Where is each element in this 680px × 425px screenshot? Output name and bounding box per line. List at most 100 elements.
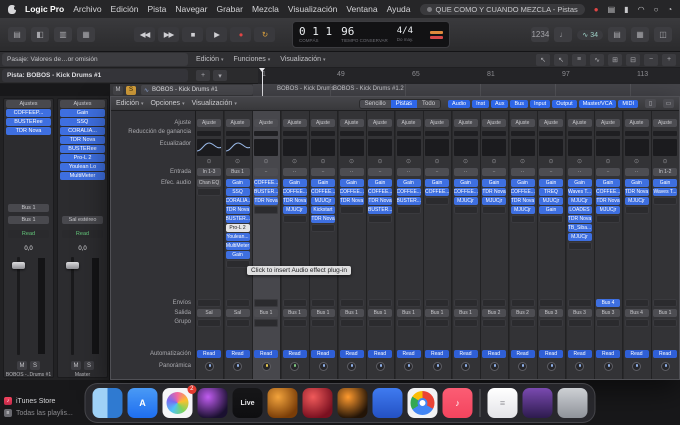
plugin-slot-coffee[interactable]: COFFEE... <box>396 188 421 196</box>
send-slot[interactable] <box>311 299 335 307</box>
channel-setting-button[interactable]: Ajuste <box>282 119 307 127</box>
group-slot[interactable] <box>453 319 478 327</box>
dock-ableton-live[interactable]: Live <box>232 388 263 418</box>
control-center-icon[interactable]: ◔ <box>667 5 672 14</box>
input-slot[interactable]: ·· <box>368 168 392 176</box>
plugin-slot-coffee[interactable]: COFFEE... <box>339 188 364 196</box>
mixer-channel-12[interactable]: Ajuste ⊙ ·· Gain COFFEE... TDR Nova MJUCjr Bus … <box>509 111 538 379</box>
fader-handle[interactable] <box>12 262 25 269</box>
output-slot[interactable]: Bus 1 <box>8 216 49 224</box>
empty-plugin-slot[interactable] <box>254 206 278 214</box>
output-slot[interactable]: Bus 1 <box>368 309 392 317</box>
dock-trash[interactable] <box>557 388 588 418</box>
automation-mode-button[interactable]: Read <box>539 350 563 358</box>
snap-menu[interactable]: ⊞ <box>608 53 622 66</box>
group-slot[interactable] <box>425 319 449 327</box>
mute-button[interactable]: M <box>17 361 27 370</box>
plugin-slot-gain[interactable]: Gain <box>396 179 421 187</box>
empty-plugin-slot[interactable] <box>225 260 250 268</box>
channel-format-icon[interactable]: ⊙ <box>368 158 392 166</box>
mixer-channel-3[interactable]: Ajuste ⊙ ·· COFFEE... BUSTER... TDR Nova Bus 1… <box>253 111 281 379</box>
send-slot[interactable] <box>482 299 506 307</box>
output-slot[interactable]: Bus 3 <box>567 309 592 317</box>
plugin-slot-gain[interactable]: Gain <box>368 179 392 187</box>
toggle-inspector-icon[interactable]: ◧ <box>31 27 49 42</box>
inspector-channel-strip-1[interactable]: Ajustes COFFEEP... BUSTERee TDR Nova Bus 1 Bu… <box>3 98 54 378</box>
toggle-library-icon[interactable]: ▤ <box>8 27 26 42</box>
channel-setting-button[interactable]: Ajuste <box>510 119 535 127</box>
wifi-icon[interactable]: ◠ <box>638 5 645 14</box>
duplicate-track-button[interactable]: ▾ <box>213 70 227 81</box>
filter-audio[interactable]: Audio <box>448 99 471 108</box>
search-icon[interactable]: ○ <box>654 5 659 14</box>
eq-thumbnail[interactable] <box>368 139 392 156</box>
mixer-channel-8[interactable]: Ajuste ⊙ ·· Gain COFFEE... BUSTER... Bus 1 Read <box>395 111 424 379</box>
play-button[interactable]: ▶ <box>206 27 227 42</box>
plugin-slot-coralia[interactable]: CORALIA... <box>225 197 250 205</box>
view-mode-sencillo[interactable]: Sencillo <box>359 99 391 108</box>
plugin-slot-coralia[interactable]: CORALIA... <box>60 127 105 135</box>
plugin-slot-tdr-nova[interactable]: TDR Nova <box>368 197 392 205</box>
input-slot[interactable]: ·· <box>624 168 649 176</box>
plugin-slot-mjucjr[interactable]: MJUCjr <box>453 197 478 205</box>
plugin-slot-buster[interactable]: BUSTER... <box>225 215 250 223</box>
send-slot[interactable] <box>453 299 478 307</box>
eq-thumbnail[interactable] <box>482 139 506 156</box>
view-mode-todo[interactable]: Todo <box>417 99 441 108</box>
plugin-slot-multimeter[interactable]: MultiMeter <box>225 242 250 250</box>
automation-mode-button[interactable]: Read <box>8 230 49 238</box>
output-slot[interactable]: Bus 1 <box>282 309 307 317</box>
empty-plugin-slot[interactable] <box>567 242 592 250</box>
group-slot[interactable] <box>254 319 278 327</box>
dock-app-store[interactable]: A <box>127 388 158 418</box>
plugin-slot-loades[interactable]: LOADES <box>567 206 592 214</box>
plugin-slot-gain[interactable]: Gain <box>453 179 478 187</box>
plugin-slot-coffee[interactable]: COFFEE... <box>453 188 478 196</box>
automation-mode-button[interactable]: Read <box>368 350 392 358</box>
dock-clipboard[interactable]: ≡ <box>487 388 518 418</box>
list-editors-icon[interactable]: ▤ <box>608 27 626 42</box>
plugin-slot-tdr-nova[interactable]: TDR Nova <box>60 136 105 144</box>
master-level-badge[interactable]: ∿ 34 <box>577 29 603 40</box>
plugin-slot-mjucjr[interactable]: MJUCjr <box>482 197 506 205</box>
filter-input[interactable]: Input <box>529 99 551 108</box>
send-slot[interactable] <box>282 299 307 307</box>
channel-format-icon[interactable]: ⊙ <box>226 158 250 166</box>
plugin-slot-coffee[interactable]: COFFEE... <box>510 188 535 196</box>
channel-setting-button[interactable]: Ajustes <box>6 100 51 108</box>
input-slot[interactable]: ·· <box>453 168 478 176</box>
eq-thumbnail[interactable] <box>396 139 421 156</box>
channel-setting-button[interactable]: Ajuste <box>653 119 677 127</box>
output-slot[interactable]: Bus 3 <box>539 309 563 317</box>
channel-format-icon[interactable]: ⊙ <box>482 158 506 166</box>
dock-fl-studio[interactable] <box>337 388 368 418</box>
group-slot[interactable] <box>396 319 421 327</box>
group-slot[interactable] <box>510 319 535 327</box>
plugin-slot-coffeep[interactable]: COFFEEP... <box>6 109 51 117</box>
plugin-slot-ssq[interactable]: SSQ <box>60 118 105 126</box>
output-slot[interactable]: Bus 1 <box>425 309 449 317</box>
secondary-tool-menu[interactable]: ↖ <box>554 53 568 66</box>
region-inspector-header[interactable]: Pasaje: Valores de…or omisión <box>2 53 188 66</box>
plugin-slot-tdr-nova[interactable]: TDR Nova <box>254 197 278 205</box>
region-label-2[interactable]: BOBOS - Kick Drums #1.2 <box>333 86 404 92</box>
input-slot[interactable]: ·· <box>311 168 335 176</box>
menu-ventana[interactable]: Ventana <box>346 4 377 14</box>
plugin-slot-buster[interactable]: BUSTER... <box>396 197 421 205</box>
eq-thumbnail[interactable] <box>425 139 449 156</box>
plugin-slot-gain[interactable]: Gain <box>653 179 677 187</box>
mixer-channel-14[interactable]: Ajuste ⊙ ·· Gain Waves T... MJUCjr LOADES TDR N… <box>566 111 595 379</box>
channel-setting-button[interactable]: Ajuste <box>567 119 592 127</box>
pan-knob[interactable] <box>375 362 385 371</box>
plugin-slot-gain[interactable]: Gain <box>539 206 563 214</box>
pan-knob[interactable] <box>660 362 670 371</box>
plugin-slot-gain[interactable]: Gain <box>60 109 105 117</box>
send-slot[interactable]: Bus 4 <box>596 299 620 307</box>
send-slot[interactable] <box>368 299 392 307</box>
plugin-slot-tdr-nova[interactable]: TDR Nova <box>482 188 506 196</box>
tracks-menu-funciones[interactable]: Funciones ▾ <box>233 56 270 63</box>
plugin-slot-coffee[interactable]: COFFEE... <box>311 188 335 196</box>
lcd-display[interactable]: 0 1 1 COMPÁS 96 TIEMPO CONSERVAR 4/4 Do … <box>292 21 450 48</box>
browsers-icon[interactable]: ◫ <box>654 27 672 42</box>
eq-thumbnail[interactable] <box>282 139 307 156</box>
